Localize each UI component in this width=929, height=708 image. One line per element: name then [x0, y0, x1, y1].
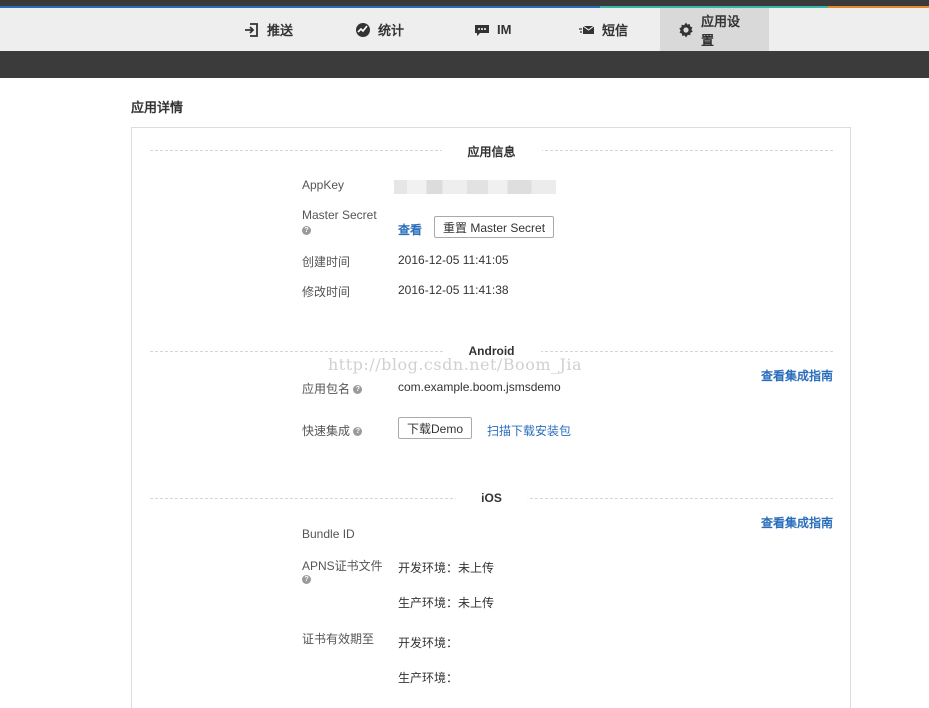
sub-header-bar [0, 51, 929, 78]
scan-download-link[interactable]: 扫描下载安装包 [487, 422, 571, 439]
package-name-value: com.example.boom.jsmsdemo [398, 380, 561, 394]
nav-item-label: 短信 [602, 23, 629, 38]
android-guide-link[interactable]: 查看集成指南 [761, 367, 833, 384]
nav-item-label: 统计 [378, 23, 405, 38]
watermark-text: http://blog.csdn.net/Boom_Jia [328, 355, 583, 374]
help-icon[interactable]: ? [353, 385, 363, 395]
reset-master-secret-button[interactable]: 重置 Master Secret [434, 216, 555, 238]
appkey-label: AppKey [302, 178, 345, 192]
appkey-value-redacted [394, 180, 556, 194]
nav-item-sms[interactable]: 短信 [579, 8, 628, 51]
created-time-label: 创建时间 [302, 255, 351, 269]
apns-prod-status: 生产环境：未上传 [398, 596, 495, 610]
page-title: 应用详情 [131, 100, 184, 115]
help-icon[interactable]: ? [353, 427, 363, 437]
chat-icon [474, 22, 490, 38]
quick-integration-label: 快速集成 ? [302, 422, 363, 439]
bundle-id-label: Bundle ID [302, 527, 355, 541]
created-time-value: 2016-12-05 11:41:05 [398, 253, 509, 267]
section-header-app-info: 应用信息 [150, 143, 833, 160]
stats-icon [355, 22, 371, 38]
apns-cert-label: APNS证书文件 [302, 559, 383, 573]
section-title: iOS [455, 491, 528, 505]
nav-item-im[interactable]: IM [474, 8, 511, 51]
help-icon[interactable]: ? [302, 223, 311, 237]
help-icon[interactable]: ? [302, 572, 311, 586]
top-accent-stripe [0, 0, 929, 8]
quick-integration-label-text: 快速集成 [302, 424, 351, 438]
modified-time-label: 修改时间 [302, 285, 351, 299]
expiry-prod-value: 生产环境： [398, 671, 459, 685]
app-detail-panel [131, 127, 851, 708]
master-secret-label-text: Master Secret [302, 208, 377, 222]
top-nav: 推送 统计 IM 短信 应用设置 [0, 8, 929, 51]
section-title: 应用信息 [441, 143, 542, 160]
nav-item-push[interactable]: 推送 [244, 8, 293, 51]
master-secret-label: Master Secret [302, 208, 377, 222]
download-demo-button[interactable]: 下载Demo [398, 417, 473, 439]
expiry-dev-value: 开发环境： [398, 636, 459, 650]
cert-expiry-label: 证书有效期至 [302, 632, 375, 646]
gear-icon [678, 22, 694, 38]
nav-item-label: IM [497, 22, 512, 37]
package-name-label: 应用包名 ? [302, 380, 363, 397]
sms-icon [579, 22, 595, 38]
view-secret-link[interactable]: 查看 [398, 221, 422, 238]
section-header-ios: iOS [150, 491, 833, 505]
nav-item-label: 应用设置 [701, 13, 741, 48]
nav-item-app-settings[interactable]: 应用设置 [660, 8, 769, 51]
apns-dev-status: 开发环境：未上传 [398, 561, 495, 575]
ios-guide-link[interactable]: 查看集成指南 [761, 514, 833, 531]
package-name-label-text: 应用包名 [302, 382, 351, 396]
nav-item-label: 推送 [267, 23, 294, 38]
modified-time-value: 2016-12-05 11:41:38 [398, 283, 509, 297]
push-icon [244, 22, 260, 38]
nav-item-stats[interactable]: 统计 [355, 8, 404, 51]
